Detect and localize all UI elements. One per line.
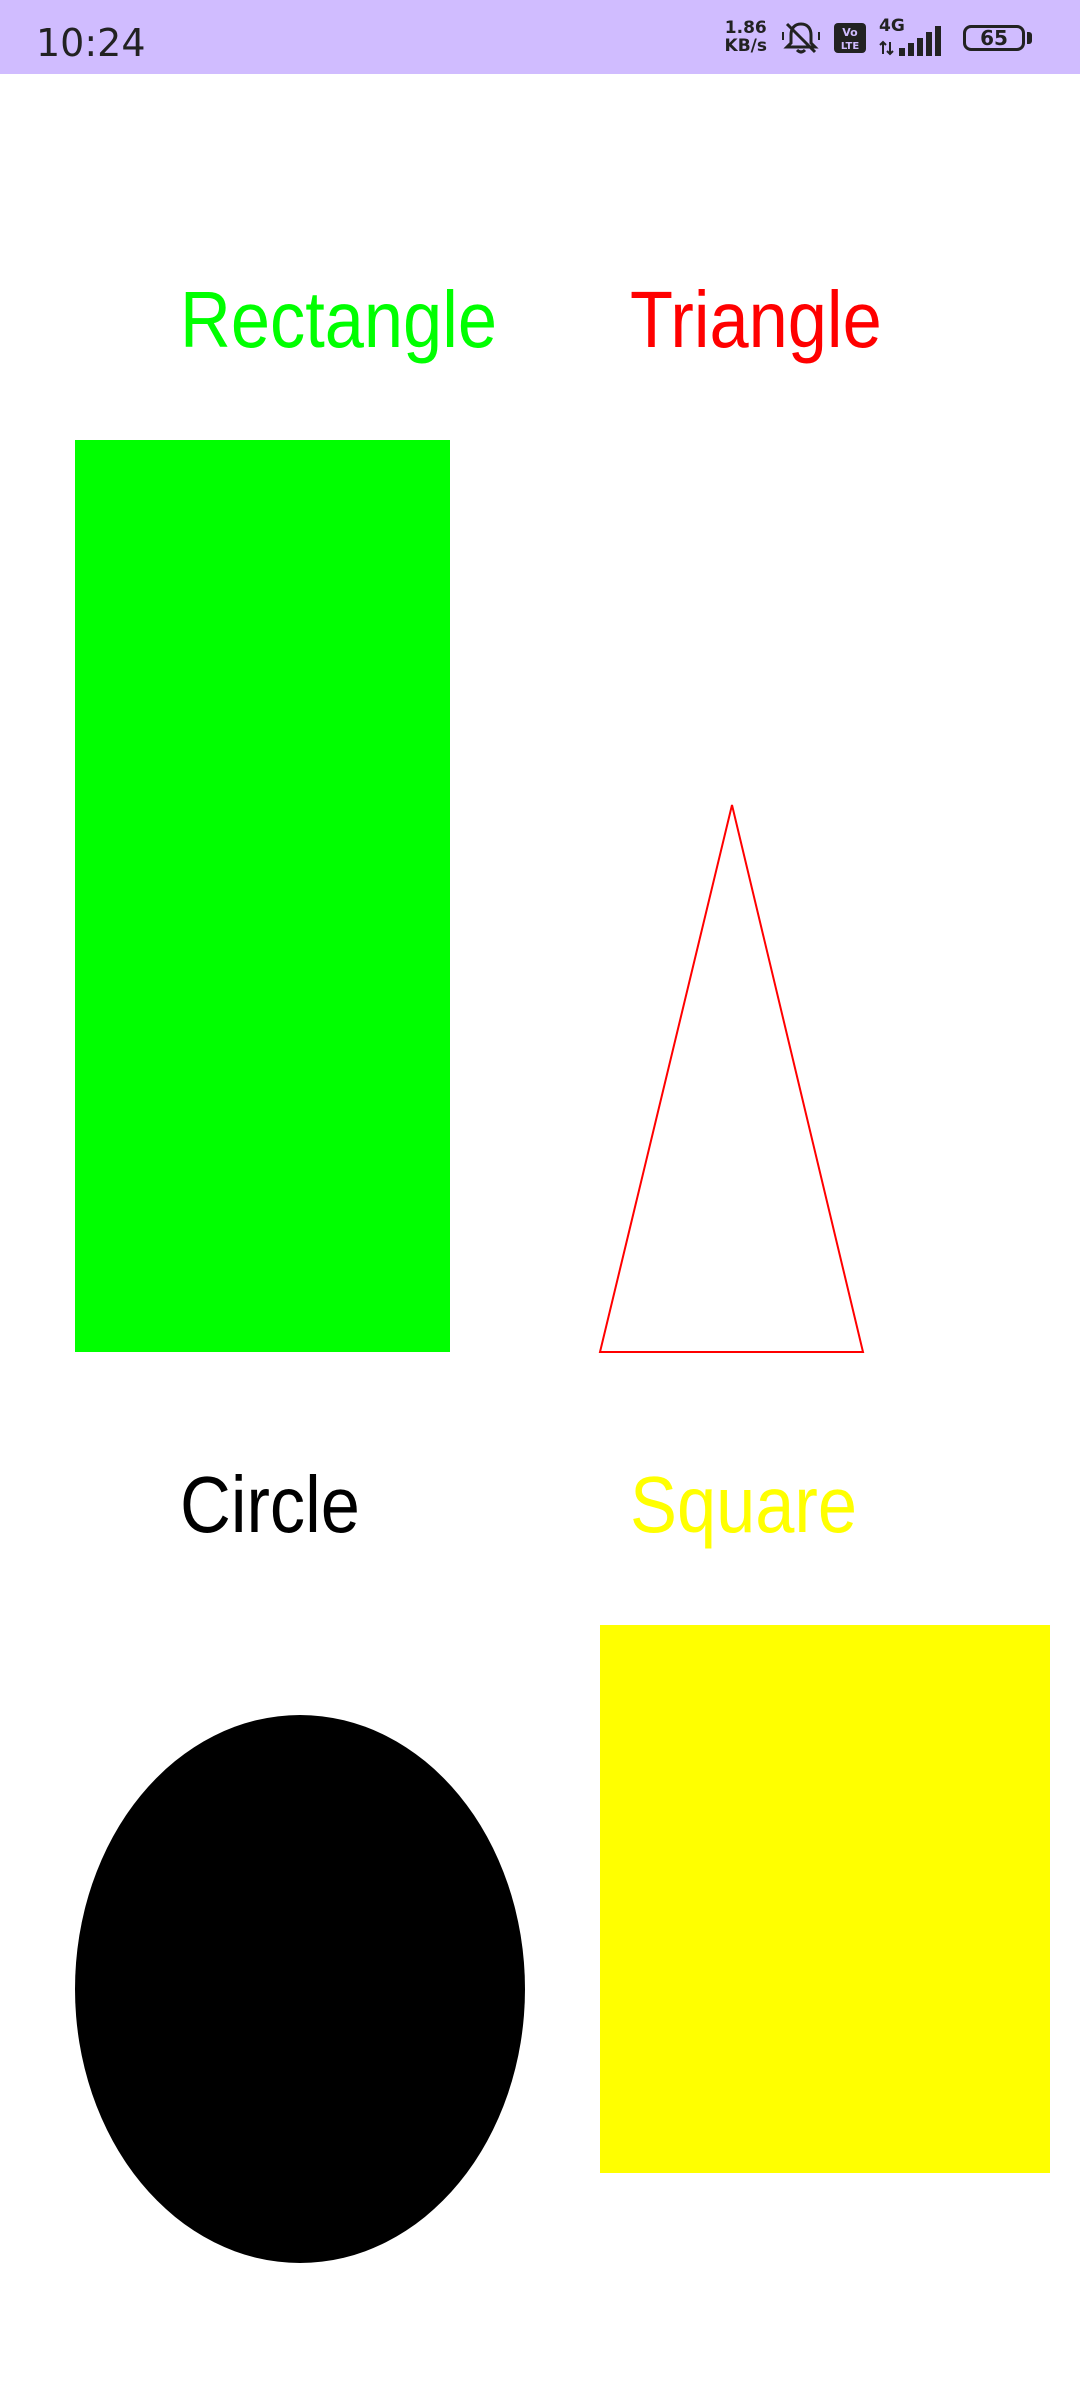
battery-icon: 65 [963,25,1025,51]
triangle-shape [598,804,865,1353]
square-label: Square [630,1460,858,1549]
svg-text:Vo: Vo [842,26,858,39]
status-bar: 10:24 1.86 KB/s Vo LTE 4G 65 [0,0,1080,74]
triangle-outline [598,804,865,1353]
rectangle-label: Rectangle [180,275,498,364]
circle-label: Circle [180,1460,360,1549]
network-speed: 1.86 KB/s [724,19,767,56]
status-icons: 1.86 KB/s Vo LTE 4G 65 [724,16,1032,58]
battery-nub [1027,32,1032,44]
circle-ellipse [75,1715,525,2263]
battery-level: 65 [980,26,1008,50]
signal-icon [879,26,941,56]
network-indicator: 4G [879,16,945,58]
network-speed-unit: KB/s [724,36,767,56]
svg-text:LTE: LTE [841,41,860,52]
circle-shape [75,1715,525,2263]
rectangle-shape [75,440,450,1352]
mute-icon [782,22,820,54]
square-shape [600,1625,1050,2173]
status-time: 10:24 [36,21,146,65]
triangle-label: Triangle [630,275,882,364]
volte-icon: Vo LTE [834,23,866,53]
